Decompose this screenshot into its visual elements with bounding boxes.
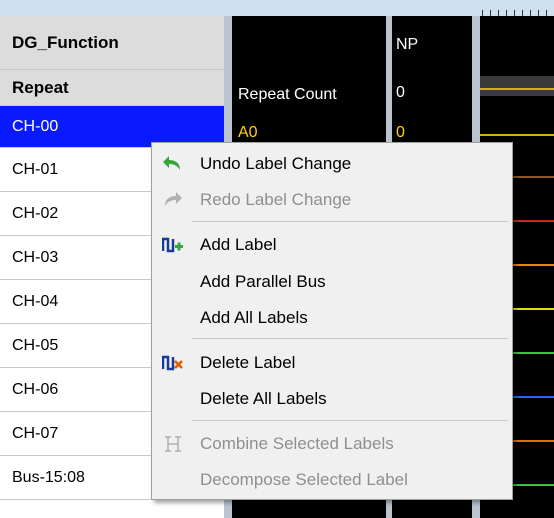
delete-label-icon bbox=[161, 353, 184, 373]
undo-icon bbox=[162, 154, 184, 174]
waveform-line bbox=[480, 134, 554, 136]
menu-separator bbox=[192, 338, 508, 339]
np-header: NP bbox=[396, 36, 419, 53]
menu-item-label: Combine Selected Labels bbox=[200, 434, 394, 453]
add-label-item[interactable]: Add Label bbox=[152, 230, 512, 260]
menu-separator bbox=[192, 420, 508, 421]
menu-item-label: Delete Label bbox=[200, 353, 296, 372]
bus-label: Bus-15:08 bbox=[12, 468, 85, 486]
repeat-strip bbox=[480, 76, 554, 96]
channel-label: CH-00 bbox=[12, 117, 59, 135]
redo-icon bbox=[162, 190, 184, 210]
context-menu: Undo Label Change Redo Label Change Add … bbox=[151, 142, 513, 500]
repeat-row[interactable]: Repeat bbox=[0, 70, 224, 106]
menu-item-label: Add All Labels bbox=[200, 308, 308, 327]
add-parallel-bus-item[interactable]: Add Parallel Bus bbox=[152, 267, 512, 297]
channel-label: CH-02 bbox=[12, 204, 59, 222]
channel-label: CH-07 bbox=[12, 424, 59, 442]
menu-item-label: Delete All Labels bbox=[200, 389, 327, 408]
repeat-count-value[interactable]: 0 bbox=[396, 84, 405, 102]
undo-label-change-item[interactable]: Undo Label Change bbox=[152, 149, 512, 179]
column-header[interactable]: DG_Function bbox=[0, 16, 224, 70]
channel-label: CH-06 bbox=[12, 380, 59, 398]
channel-label: CH-04 bbox=[12, 292, 59, 310]
repeat-label: Repeat bbox=[12, 77, 69, 97]
menu-separator bbox=[192, 221, 508, 222]
combine-selected-labels-item: Combine Selected Labels bbox=[152, 429, 512, 459]
add-label-icon bbox=[161, 235, 184, 255]
channel-param-value: 0 bbox=[396, 124, 405, 141]
menu-item-label: Add Label bbox=[200, 235, 277, 254]
header-label: DG_Function bbox=[12, 32, 119, 52]
delete-all-labels-item[interactable]: Delete All Labels bbox=[152, 384, 512, 414]
channel-label: CH-05 bbox=[12, 336, 59, 354]
channel-label: CH-01 bbox=[12, 160, 59, 178]
repeat-count-label: Repeat Count bbox=[238, 86, 337, 103]
decompose-selected-label-item: Decompose Selected Label bbox=[152, 465, 512, 495]
menu-item-label: Undo Label Change bbox=[200, 154, 352, 173]
redo-label-change-item: Redo Label Change bbox=[152, 185, 512, 215]
add-all-labels-item[interactable]: Add All Labels bbox=[152, 303, 512, 333]
menu-item-label: Decompose Selected Label bbox=[200, 470, 408, 489]
channel-value: A0 bbox=[238, 124, 258, 141]
menu-item-label: Redo Label Change bbox=[200, 190, 352, 209]
delete-label-item[interactable]: Delete Label bbox=[152, 348, 512, 378]
top-strip bbox=[0, 0, 554, 16]
channel-label: CH-03 bbox=[12, 248, 59, 266]
combine-icon bbox=[162, 434, 184, 454]
waveform-line bbox=[480, 88, 554, 90]
menu-item-label: Add Parallel Bus bbox=[200, 272, 326, 291]
